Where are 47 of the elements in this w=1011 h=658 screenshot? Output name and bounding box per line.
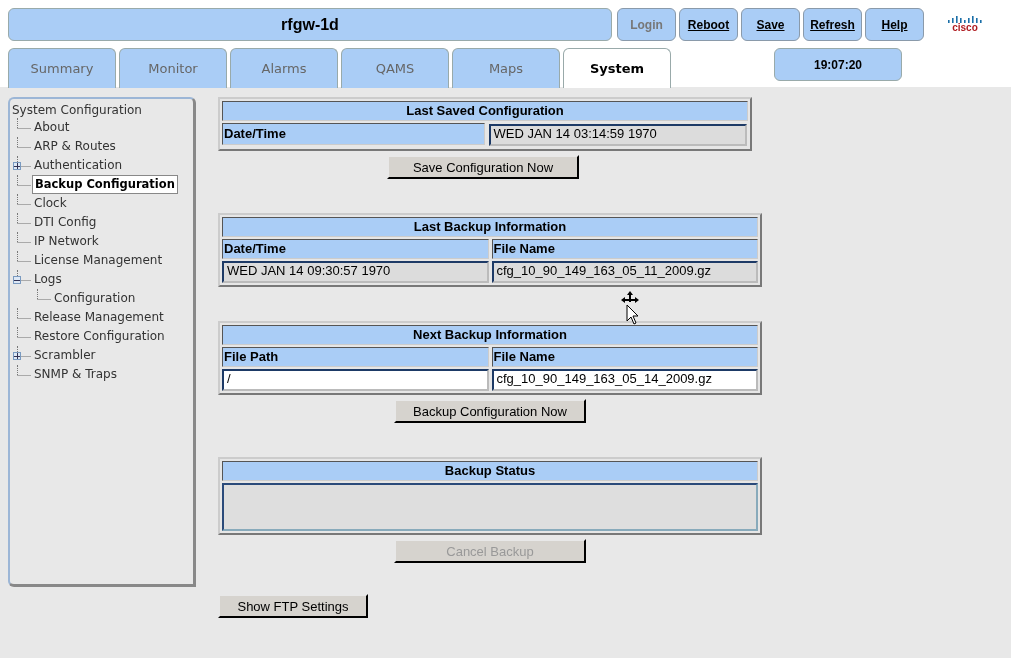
logo-bars-icon xyxy=(947,16,983,23)
expand-icon[interactable] xyxy=(13,352,21,360)
tab[interactable]: System xyxy=(563,48,671,88)
tree-item[interactable]: Scrambler xyxy=(32,347,98,364)
collapse-icon[interactable] xyxy=(13,276,21,284)
tree-item[interactable]: Clock xyxy=(32,195,69,212)
tree-item[interactable]: SNMP & Traps xyxy=(32,366,119,383)
tree-item[interactable]: IP Network xyxy=(32,233,101,250)
tree-item[interactable]: ARP & Routes xyxy=(32,138,118,155)
tab[interactable]: Alarms xyxy=(230,48,338,88)
tree-item[interactable]: About xyxy=(32,119,72,136)
action-button[interactable]: Backup Configuration Now xyxy=(394,399,586,423)
tree-item[interactable]: Logs xyxy=(32,271,64,288)
tab[interactable]: QAMS xyxy=(341,48,449,88)
column-header: File Name xyxy=(491,239,758,259)
tab[interactable]: Maps xyxy=(452,48,560,88)
tree-item[interactable]: Backup Configuration xyxy=(32,175,178,194)
action-button[interactable]: Show FTP Settings xyxy=(218,594,368,618)
tree-root[interactable]: System Configuration xyxy=(12,102,193,118)
cursor-icon xyxy=(619,291,641,325)
tree-item[interactable]: Configuration xyxy=(52,290,138,307)
tab[interactable]: Summary xyxy=(8,48,116,88)
tree-item[interactable]: Authentication xyxy=(32,157,125,174)
device-title: rfgw-1d xyxy=(8,8,612,41)
section-title: Backup Status xyxy=(222,461,758,481)
action-button[interactable]: Save Configuration Now xyxy=(387,155,579,179)
text-field[interactable]: / xyxy=(222,369,489,391)
logo-text: cisco xyxy=(952,23,978,33)
tree-item[interactable]: License Management xyxy=(32,252,165,269)
clock-time: 19:07:20 xyxy=(774,48,902,81)
column-header: Date/Time xyxy=(222,239,489,259)
header-button[interactable]: Save xyxy=(741,8,800,41)
tree-item[interactable]: Release Management xyxy=(32,309,166,326)
column-header: Date/Time xyxy=(222,123,485,145)
section-title: Last Backup Information xyxy=(222,217,758,237)
tree-item[interactable]: Restore Configuration xyxy=(32,328,167,345)
tree-item[interactable]: DTI Config xyxy=(32,214,99,231)
header-button[interactable]: Refresh xyxy=(803,8,862,41)
header-button[interactable]: Help xyxy=(865,8,924,41)
column-header: File Path xyxy=(222,347,489,367)
section-title: Next Backup Information xyxy=(222,325,758,345)
expand-icon[interactable] xyxy=(13,162,21,170)
text-field[interactable]: cfg_10_90_149_163_05_14_2009.gz xyxy=(491,369,758,391)
column-header: File Name xyxy=(491,347,758,367)
tab[interactable]: Monitor xyxy=(119,48,227,88)
header-button[interactable]: Reboot xyxy=(679,8,738,41)
section-title: Last Saved Configuration xyxy=(222,101,748,121)
